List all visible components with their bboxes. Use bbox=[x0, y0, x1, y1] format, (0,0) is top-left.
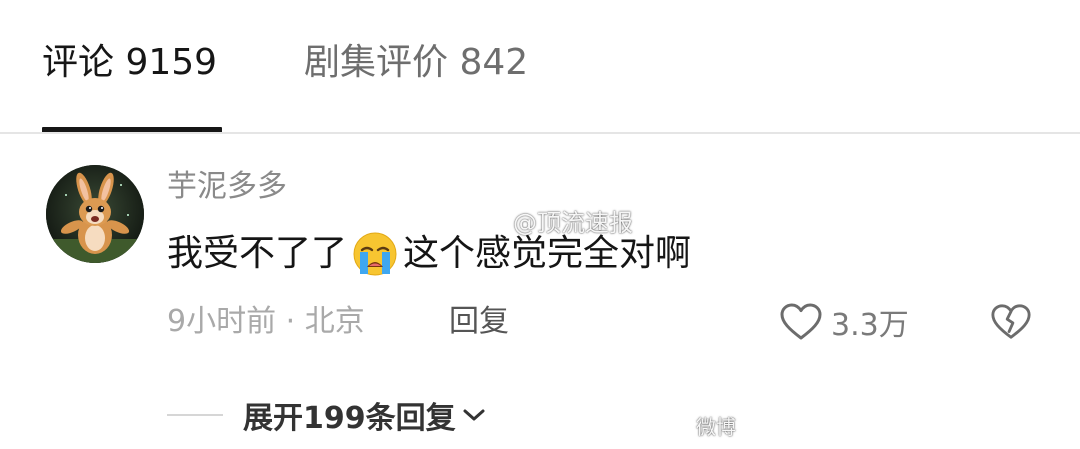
watermark-top-text: @顶流速报 bbox=[513, 208, 633, 237]
chevron-down-icon bbox=[463, 409, 485, 421]
tab-episode-reviews[interactable]: 剧集评价 842 bbox=[304, 40, 528, 86]
dislike-button[interactable] bbox=[990, 302, 1032, 342]
expand-replies-label: 展开199条回复 bbox=[243, 401, 456, 436]
expand-replies[interactable]: 展开199条回复 bbox=[167, 392, 486, 438]
user-avatar[interactable] bbox=[46, 165, 144, 263]
rabbit-avatar-icon bbox=[46, 165, 144, 263]
tab-comments[interactable]: 评论 9159 bbox=[42, 40, 217, 86]
watermark-bottom: 微博 bbox=[696, 407, 736, 443]
weibo-logo-icon bbox=[473, 206, 509, 234]
reply-button[interactable]: 回复 bbox=[449, 302, 509, 342]
comment-meta: 9小时前 · 北京 bbox=[167, 304, 365, 339]
comment-panel: 评论 9159 剧集评价 842 芋泥多多 我受不了了 这个感觉完全对啊 9小时… bbox=[0, 0, 1080, 449]
comment-text-part-1: 我受不了了 bbox=[167, 233, 348, 274]
loudly-crying-face-icon bbox=[351, 230, 399, 278]
tab-bar: 评论 9159 剧集评价 842 bbox=[0, 0, 1080, 134]
broken-heart-icon bbox=[991, 304, 1031, 339]
watermark-top: @顶流速报 bbox=[471, 204, 633, 237]
comment-username[interactable]: 芋泥多多 bbox=[167, 168, 287, 206]
heart-outline-icon bbox=[780, 303, 822, 340]
comment-item: 芋泥多多 我受不了了 这个感觉完全对啊 9小时前 · 北京 回复 3.3万 展开… bbox=[0, 134, 1080, 449]
like-button[interactable]: 3.3万 bbox=[779, 300, 909, 344]
watermark-bottom-text: 微博 bbox=[696, 414, 736, 439]
like-count: 3.3万 bbox=[831, 308, 909, 343]
expand-divider-line bbox=[167, 414, 223, 416]
